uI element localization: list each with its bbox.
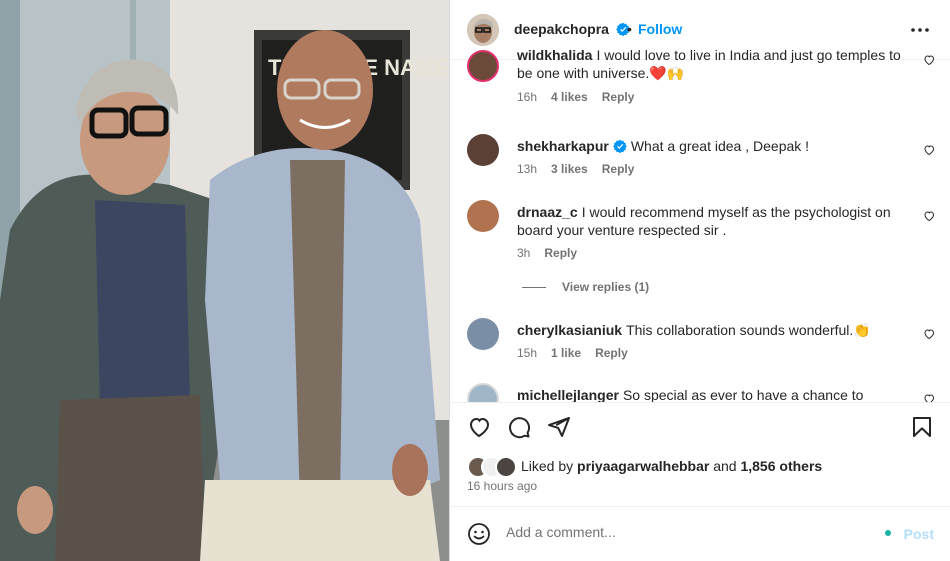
heart-icon[interactable] [467,415,491,439]
comment-time[interactable]: 16h [517,90,537,104]
comment-text: This collaboration sounds wonderful.👏 [626,322,871,338]
comment-meta: 16h 4 likes Reply [517,90,648,104]
post-actions-bar [450,402,950,452]
comment-meta: 3h Reply [517,246,591,260]
comment-text: What a great idea , Deepak ! [630,138,810,154]
comment-input[interactable] [506,524,866,540]
liked-by-prefix: Liked by [521,458,574,474]
post-comment-button[interactable]: Post [904,526,934,542]
comment-username[interactable]: cherylkasianiuk [517,322,622,338]
reply-button[interactable]: Reply [602,90,635,104]
comment-meta: 15h 1 like Reply [517,346,642,360]
commenter-avatar[interactable] [467,50,499,82]
author-username[interactable]: deepakchopra [514,21,609,37]
comments-list[interactable]: wildkhalida I would love to live in India… [450,50,950,402]
comment-meta: 13h 3 likes Reply [517,162,648,176]
commenter-avatar[interactable] [467,200,499,232]
post-image[interactable]: THEY ARE NAME THE [0,0,449,561]
comment-username[interactable]: shekharkapur [517,138,609,154]
comment-body: cherylkasianiuk This collaboration sounds… [517,321,908,339]
share-icon[interactable] [547,415,571,439]
view-replies-button[interactable]: View replies (1) [522,280,649,294]
post-side-panel: deepakchopra • Follow wildkhalida I would… [449,0,950,561]
comment-like-heart-icon[interactable] [923,144,935,156]
likes-count[interactable]: 1,856 others [740,458,822,474]
emoji-icon[interactable] [467,522,491,546]
comment-body: michellejlanger So special as ever to hav… [517,386,908,402]
reply-button[interactable]: Reply [544,246,577,260]
comment-body: shekharkapur What a great idea , Deepak ! [517,137,908,155]
comment-username[interactable]: wildkhalida [517,50,592,63]
commenter-avatar[interactable] [467,383,499,402]
comment-like-heart-icon[interactable] [923,54,935,66]
comment-time[interactable]: 13h [517,162,537,176]
comment-username[interactable]: michellejlanger [517,387,619,402]
liked-by-user[interactable]: priyaagarwalhebbar [577,458,709,474]
comment-likes[interactable]: 3 likes [551,162,588,176]
author-avatar[interactable] [467,14,499,46]
liked-by-text: Liked by priyaagarwalhebbar and 1,856 ot… [521,458,822,474]
liked-by-and: and [713,458,737,474]
comment-text: So special as ever to have a chance to [622,387,864,402]
more-horizontal-icon[interactable] [908,18,932,42]
bookmark-icon[interactable] [910,415,934,439]
status-dot [885,530,891,536]
comment-body: drnaaz_c I would recommend myself as the … [517,203,908,239]
add-comment-bar: Post [450,506,950,561]
liker-avatar[interactable] [495,456,517,478]
reply-button[interactable]: Reply [595,346,628,360]
commenter-avatar[interactable] [467,134,499,166]
post-photo-illustration: THEY ARE NAME THE [0,0,449,561]
view-replies-line [522,287,546,289]
post-timestamp[interactable]: 16 hours ago [467,479,537,493]
comment-like-heart-icon[interactable] [923,210,935,222]
view-replies-label: View replies (1) [562,280,650,294]
comment-likes[interactable]: 4 likes [551,90,588,104]
verified-badge-icon [613,139,627,153]
comment-time[interactable]: 15h [517,346,537,360]
comment-icon[interactable] [507,415,531,439]
reply-button[interactable]: Reply [602,162,635,176]
comment-username[interactable]: drnaaz_c [517,204,578,220]
commenter-avatar[interactable] [467,318,499,350]
author-username-wrap[interactable]: deepakchopra [514,21,631,39]
comment-body: wildkhalida I would love to live in India… [517,50,908,82]
header-separator: • [627,21,632,37]
comment-like-heart-icon[interactable] [923,328,935,340]
comment-like-heart-icon[interactable] [923,393,935,402]
comment-likes[interactable]: 1 like [551,346,581,360]
follow-button[interactable]: Follow [638,21,682,37]
comment-time[interactable]: 3h [517,246,530,260]
